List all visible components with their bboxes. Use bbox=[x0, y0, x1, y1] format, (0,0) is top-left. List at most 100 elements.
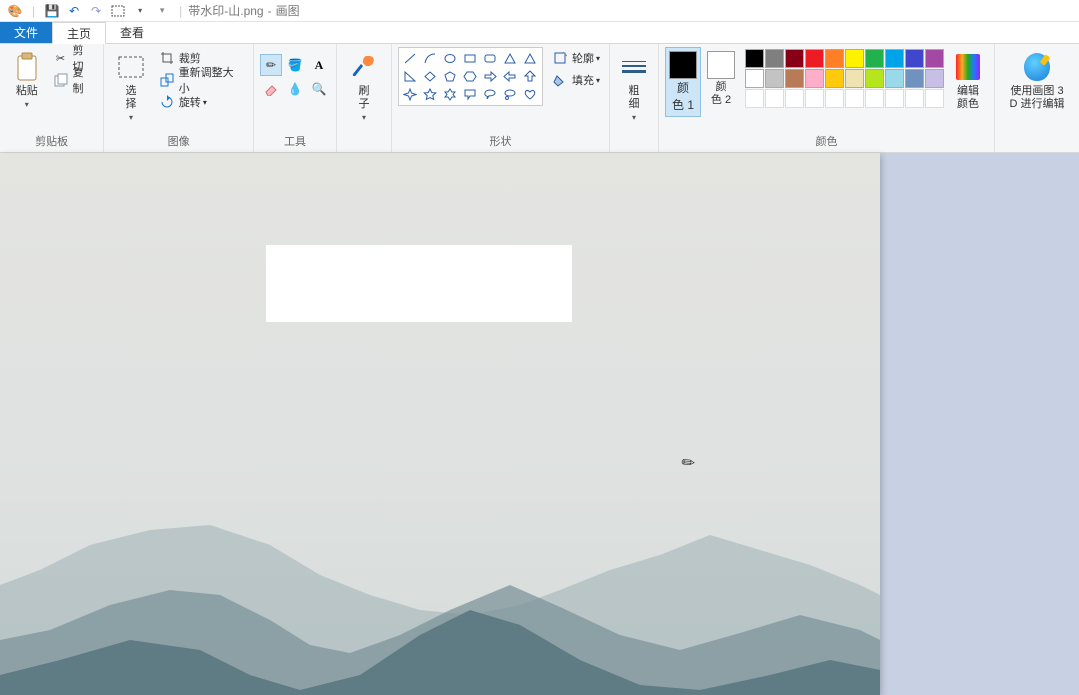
qat-select-icon[interactable] bbox=[109, 2, 127, 20]
tab-home[interactable]: 主页 bbox=[52, 22, 106, 44]
magnifier-tool[interactable]: 🔍 bbox=[308, 78, 330, 100]
undo-icon[interactable]: ↶ bbox=[65, 2, 83, 20]
shape-curve[interactable] bbox=[421, 50, 440, 67]
fill-tool[interactable]: 🪣 bbox=[284, 54, 306, 76]
shape-roundrect[interactable] bbox=[481, 50, 500, 67]
group-paint3d: 使用画图 3 D 进行编辑 bbox=[995, 44, 1079, 152]
shape-rtriangle[interactable] bbox=[401, 68, 420, 85]
color-cell[interactable] bbox=[905, 89, 924, 108]
color-cell[interactable] bbox=[885, 49, 904, 68]
color-cell[interactable] bbox=[845, 49, 864, 68]
outline-icon bbox=[552, 50, 568, 66]
shape-oval[interactable] bbox=[441, 50, 460, 67]
app-icon: 🎨 bbox=[6, 2, 24, 20]
canvas[interactable]: ✎ bbox=[0, 153, 880, 695]
color-cell[interactable] bbox=[805, 49, 824, 68]
qat-dropdown-icon[interactable]: ▾ bbox=[131, 2, 149, 20]
save-icon[interactable]: 💾 bbox=[43, 2, 61, 20]
color-cell[interactable] bbox=[865, 49, 884, 68]
shape-star6[interactable] bbox=[441, 86, 460, 103]
copy-button[interactable]: 复制 bbox=[50, 69, 98, 91]
ribbon-tabs: 文件 主页 查看 bbox=[0, 22, 1079, 44]
color-cell[interactable] bbox=[805, 89, 824, 108]
fill-icon bbox=[552, 72, 568, 88]
paint3d-icon bbox=[1021, 51, 1053, 83]
paste-button[interactable]: 粘贴 ▾ bbox=[6, 47, 48, 109]
color-cell[interactable] bbox=[865, 69, 884, 88]
tab-view[interactable]: 查看 bbox=[106, 22, 158, 43]
color-palette-row1 bbox=[745, 49, 944, 68]
clipboard-icon bbox=[11, 51, 43, 83]
white-rectangle bbox=[266, 245, 572, 322]
color-cell[interactable] bbox=[845, 69, 864, 88]
shape-callout-round[interactable] bbox=[481, 86, 500, 103]
edit-colors-button[interactable]: 编辑 颜色 bbox=[948, 47, 988, 111]
color-cell[interactable] bbox=[825, 89, 844, 108]
color-cell[interactable] bbox=[845, 89, 864, 108]
select-button[interactable]: 选 择 ▾ bbox=[110, 47, 152, 122]
shape-star5[interactable] bbox=[421, 86, 440, 103]
color-cell[interactable] bbox=[905, 49, 924, 68]
shape-triangle[interactable] bbox=[521, 50, 540, 67]
color-cell[interactable] bbox=[925, 89, 944, 108]
shape-heart[interactable] bbox=[521, 86, 540, 103]
shape-arrow-right[interactable] bbox=[481, 68, 500, 85]
color1-button[interactable]: 颜 色 1 bbox=[665, 47, 701, 117]
color-cell[interactable] bbox=[925, 49, 944, 68]
fill-button[interactable]: 填充 ▾ bbox=[549, 69, 603, 91]
shape-polygon[interactable] bbox=[501, 50, 520, 67]
color-cell[interactable] bbox=[745, 49, 764, 68]
group-size: 粗 细 ▾ bbox=[610, 44, 659, 152]
shape-hexagon[interactable] bbox=[461, 68, 480, 85]
color-cell[interactable] bbox=[745, 89, 764, 108]
color-cell[interactable] bbox=[785, 89, 804, 108]
ribbon: 粘贴 ▾ ✂ 剪切 复制 剪贴板 bbox=[0, 44, 1079, 153]
shape-star4[interactable] bbox=[401, 86, 420, 103]
size-button[interactable]: 粗 细 ▾ bbox=[616, 47, 652, 122]
qat-overflow-icon[interactable]: ▾ bbox=[153, 2, 171, 20]
color2-button[interactable]: 颜 色 2 bbox=[701, 47, 741, 107]
color-cell[interactable] bbox=[825, 49, 844, 68]
outline-button[interactable]: 轮廓 ▾ bbox=[549, 47, 603, 69]
redo-icon[interactable]: ↷ bbox=[87, 2, 105, 20]
canvas-area: ✎ bbox=[0, 153, 1079, 695]
eraser-tool[interactable] bbox=[260, 78, 282, 100]
color-cell[interactable] bbox=[765, 49, 784, 68]
color-cell[interactable] bbox=[745, 69, 764, 88]
group-tools: ✏ 🪣 A 💧 🔍 工具 bbox=[254, 44, 337, 152]
paint3d-button[interactable]: 使用画图 3 D 进行编辑 bbox=[1001, 47, 1073, 111]
color2-swatch bbox=[707, 51, 735, 79]
shape-arrow-left[interactable] bbox=[501, 68, 520, 85]
rotate-button[interactable]: 旋转 ▾ bbox=[156, 91, 247, 113]
shape-callout-rect[interactable] bbox=[461, 86, 480, 103]
color-cell[interactable] bbox=[805, 69, 824, 88]
color-cell[interactable] bbox=[925, 69, 944, 88]
shape-pentagon[interactable] bbox=[441, 68, 460, 85]
resize-button[interactable]: 重新调整大小 bbox=[156, 69, 247, 91]
scissors-icon: ✂ bbox=[53, 50, 69, 66]
color-cell[interactable] bbox=[885, 89, 904, 108]
color-cell[interactable] bbox=[785, 69, 804, 88]
rotate-icon bbox=[159, 94, 175, 110]
shape-callout-cloud[interactable] bbox=[501, 86, 520, 103]
brush-icon bbox=[348, 51, 380, 83]
color1-swatch bbox=[669, 51, 697, 79]
shape-line[interactable] bbox=[401, 50, 420, 67]
eyedropper-tool[interactable]: 💧 bbox=[284, 78, 306, 100]
color-cell[interactable] bbox=[765, 89, 784, 108]
shape-diamond[interactable] bbox=[421, 68, 440, 85]
tab-file[interactable]: 文件 bbox=[0, 22, 52, 43]
color-cell[interactable] bbox=[885, 69, 904, 88]
shape-rect[interactable] bbox=[461, 50, 480, 67]
color-cell[interactable] bbox=[905, 69, 924, 88]
color-cell[interactable] bbox=[825, 69, 844, 88]
chevron-down-icon: ▾ bbox=[632, 113, 636, 122]
brushes-button[interactable]: 刷 子 ▾ bbox=[343, 47, 385, 122]
color-cell[interactable] bbox=[865, 89, 884, 108]
color-cell[interactable] bbox=[765, 69, 784, 88]
shape-arrow-up[interactable] bbox=[521, 68, 540, 85]
pencil-tool[interactable]: ✏ bbox=[260, 54, 282, 76]
shapes-gallery[interactable] bbox=[398, 47, 543, 106]
text-tool[interactable]: A bbox=[308, 54, 330, 76]
color-cell[interactable] bbox=[785, 49, 804, 68]
